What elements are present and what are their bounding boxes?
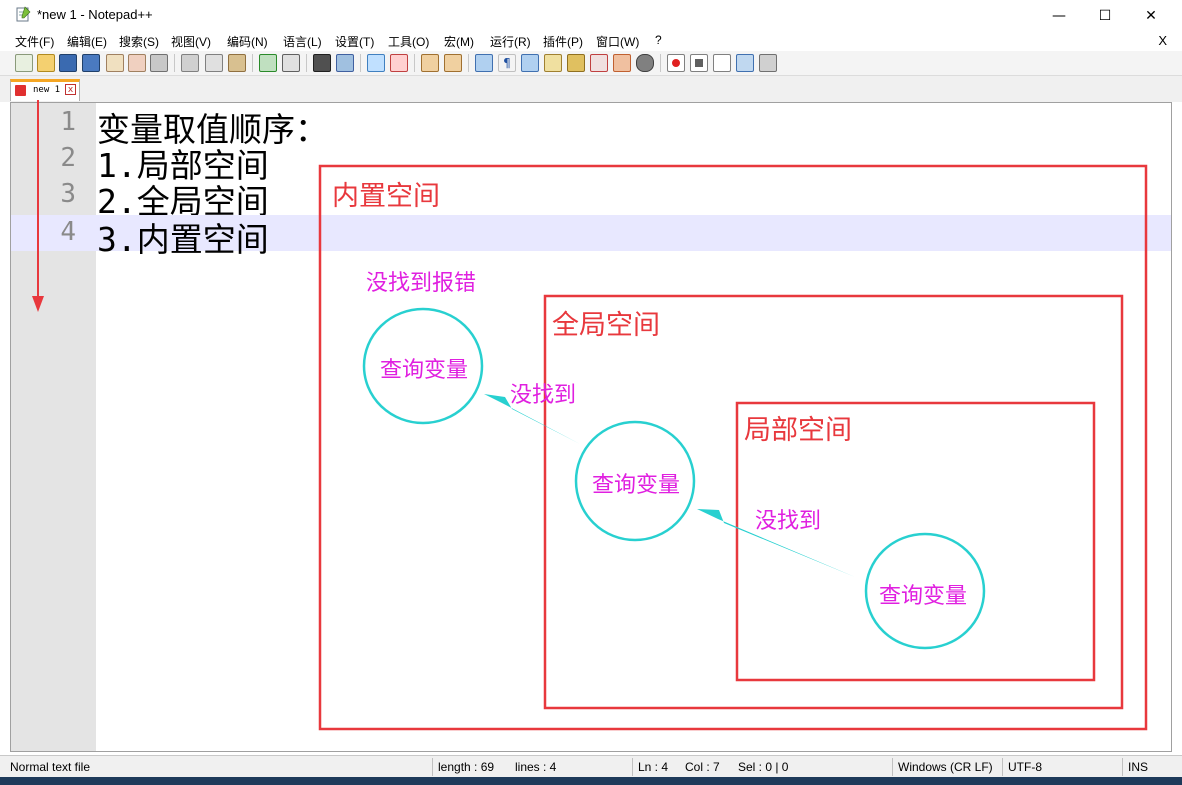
status-selection: Sel : 0 | 0: [738, 760, 789, 774]
toolbar-separator: [252, 54, 253, 72]
toolbar-separator: [468, 54, 469, 72]
editor-line[interactable]: 1 变量取值顺序：: [11, 105, 1171, 149]
menu-macro[interactable]: 宏(M): [444, 33, 474, 50]
status-column: Col : 7: [685, 760, 720, 774]
status-insert-mode[interactable]: INS: [1128, 760, 1148, 774]
record-macro-icon[interactable]: [667, 54, 685, 72]
save-icon[interactable]: [59, 54, 77, 72]
menu-tools[interactable]: 工具(O): [388, 33, 429, 50]
window-title: *new 1 - Notepad++: [37, 7, 153, 22]
doc-map-icon[interactable]: [567, 54, 585, 72]
status-separator: [432, 758, 433, 776]
toolbar-separator: [414, 54, 415, 72]
editor-line[interactable]: 2 1.局部空间: [11, 141, 1171, 185]
toolbar: ¶: [0, 51, 1182, 76]
tab-bar: new 1 x: [0, 76, 1182, 102]
status-separator: [1002, 758, 1003, 776]
show-all-chars-icon[interactable]: ¶: [498, 54, 516, 72]
open-file-icon[interactable]: [37, 54, 55, 72]
tab-close-icon[interactable]: x: [65, 84, 76, 95]
editor-area[interactable]: 1 变量取值顺序： 2 1.局部空间 3 2.全局空间 4 3.内置空间: [10, 102, 1172, 752]
status-encoding[interactable]: UTF-8: [1008, 760, 1042, 774]
toolbar-separator: [660, 54, 661, 72]
menu-settings[interactable]: 设置(T): [335, 33, 374, 50]
paste-icon[interactable]: [228, 54, 246, 72]
sync-horizontal-icon[interactable]: [444, 54, 462, 72]
menu-plugins[interactable]: 插件(P): [543, 33, 583, 50]
menu-file[interactable]: 文件(F): [15, 33, 54, 50]
undo-icon[interactable]: [259, 54, 277, 72]
menu-window[interactable]: 窗口(W): [596, 33, 639, 50]
monitoring-icon[interactable]: [636, 54, 654, 72]
minimize-button[interactable]: —: [1036, 0, 1082, 31]
print-icon[interactable]: [150, 54, 168, 72]
save-all-icon[interactable]: [82, 54, 100, 72]
toolbar-separator: [306, 54, 307, 72]
maximize-button[interactable]: ☐: [1082, 0, 1128, 31]
replace-icon[interactable]: [336, 54, 354, 72]
menu-bar: 文件(F) 编辑(E) 搜索(S) 视图(V) 编码(N) 语言(L) 设置(T…: [0, 31, 1182, 51]
menu-language[interactable]: 语言(L): [283, 33, 322, 50]
redo-icon[interactable]: [282, 54, 300, 72]
background-window-left: [0, 102, 10, 602]
status-separator: [1122, 758, 1123, 776]
menu-edit[interactable]: 编辑(E): [67, 33, 107, 50]
toolbar-separator: [360, 54, 361, 72]
user-language-icon[interactable]: [544, 54, 562, 72]
status-separator: [892, 758, 893, 776]
word-wrap-icon[interactable]: [475, 54, 493, 72]
background-window-right: [1172, 102, 1182, 752]
line-number: 2: [60, 143, 76, 173]
status-length: length : 69: [438, 760, 495, 774]
tab-label: new 1: [33, 85, 61, 95]
status-separator: [632, 758, 633, 776]
menu-run[interactable]: 运行(R): [490, 33, 531, 50]
line-number: 3: [60, 179, 76, 209]
sync-vertical-icon[interactable]: [421, 54, 439, 72]
line-number: 4: [60, 217, 76, 247]
zoom-out-icon[interactable]: [390, 54, 408, 72]
menu-search[interactable]: 搜索(S): [119, 33, 159, 50]
find-icon[interactable]: [313, 54, 331, 72]
stop-macro-icon[interactable]: [690, 54, 708, 72]
close-document-button[interactable]: X: [1158, 33, 1167, 48]
status-lines: lines : 4: [515, 760, 557, 774]
toolbar-separator: [174, 54, 175, 72]
taskbar-strip: [0, 777, 1182, 785]
title-bar: *new 1 - Notepad++ — ☐ ✕: [0, 0, 1182, 31]
close-file-icon[interactable]: [106, 54, 124, 72]
menu-help[interactable]: ?: [655, 33, 662, 47]
unsaved-file-icon: [15, 85, 26, 96]
play-macro-icon[interactable]: [713, 54, 731, 72]
save-macro-icon[interactable]: [759, 54, 777, 72]
close-button[interactable]: ✕: [1128, 0, 1174, 31]
function-list-icon[interactable]: [590, 54, 608, 72]
menu-view[interactable]: 视图(V): [171, 33, 211, 50]
copy-icon[interactable]: [205, 54, 223, 72]
status-bar: Normal text file length : 69 lines : 4 L…: [0, 755, 1182, 778]
run-macro-multiple-icon[interactable]: [736, 54, 754, 72]
new-file-icon[interactable]: [15, 54, 33, 72]
close-all-icon[interactable]: [128, 54, 146, 72]
zoom-in-icon[interactable]: [367, 54, 385, 72]
editor-line[interactable]: 3 2.全局空间: [11, 177, 1171, 221]
folder-workspace-icon[interactable]: [613, 54, 631, 72]
line-text: 3.内置空间: [97, 220, 269, 259]
cut-icon[interactable]: [181, 54, 199, 72]
menu-encoding[interactable]: 编码(N): [227, 33, 268, 50]
status-eol[interactable]: Windows (CR LF): [898, 760, 993, 774]
tab-new-1[interactable]: new 1 x: [10, 79, 80, 101]
editor-line-current[interactable]: 4 3.内置空间: [11, 215, 1171, 259]
notepad-app-icon: [16, 6, 31, 22]
line-number: 1: [60, 107, 76, 137]
status-line-number: Ln : 4: [638, 760, 669, 774]
indent-guide-icon[interactable]: [521, 54, 539, 72]
status-file-type: Normal text file: [10, 760, 91, 774]
